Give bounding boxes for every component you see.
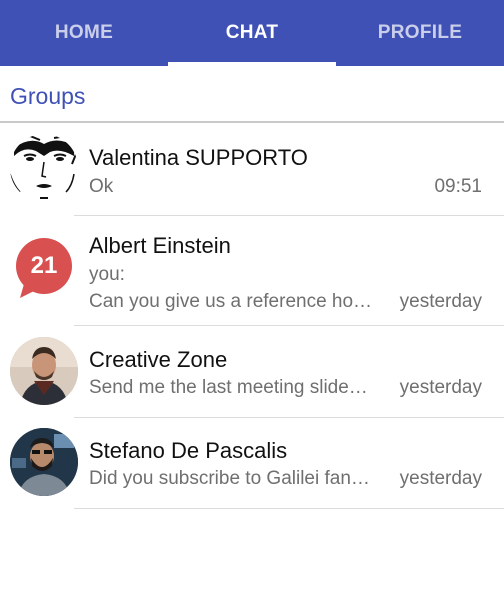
sketch-face-icon: [10, 134, 78, 202]
chat-name: Valentina SUPPORTO: [89, 145, 308, 170]
chat-prefix: you:: [89, 264, 125, 285]
section-title: Groups: [10, 83, 86, 109]
badge-count: 21: [30, 252, 58, 279]
chat-time: 09:51: [434, 176, 482, 197]
chat-preview: Can you give us a reference ho…: [89, 291, 373, 312]
tab-profile[interactable]: PROFILE: [336, 0, 504, 66]
chat-name: Albert Einstein: [89, 233, 231, 258]
chat-time: yesterday: [399, 468, 482, 489]
tab-home[interactable]: HOME: [0, 0, 168, 66]
tab-chat[interactable]: CHAT: [168, 0, 336, 66]
chat-preview: Send me the last meeting slide…: [89, 377, 368, 398]
man-portrait-avatar: [10, 337, 78, 405]
chat-row-stefano[interactable]: Stefano De Pascalis Did you subscribe to…: [0, 418, 504, 509]
badge-21-icon: 21: [10, 232, 78, 300]
bearded-man-avatar: [10, 428, 78, 496]
chat-row-valentina[interactable]: Valentina SUPPORTO Ok 09:51: [0, 124, 504, 216]
chat-row-creative-zone[interactable]: Creative Zone Send me the last meeting s…: [0, 326, 504, 418]
chat-name: Stefano De Pascalis: [89, 438, 288, 463]
chat-row-albert[interactable]: 21 Albert Einstein you: Can you give us …: [0, 216, 504, 326]
chat-preview: Did you subscribe to Galilei fan…: [89, 468, 370, 489]
chat-preview: Ok: [89, 176, 114, 197]
top-tab-bar: HOME CHAT PROFILE: [0, 0, 504, 66]
groups-header: Groups: [0, 66, 504, 123]
row-divider: [74, 508, 504, 509]
chat-time: yesterday: [399, 291, 482, 312]
chat-name: Creative Zone: [89, 347, 228, 372]
chat-time: yesterday: [399, 377, 482, 398]
